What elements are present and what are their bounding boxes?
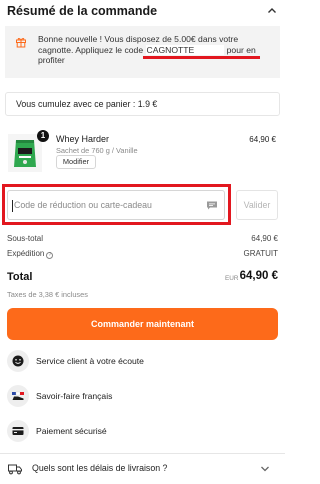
order-summary-header[interactable]: Résumé de la commande	[0, 0, 285, 24]
total-value: 64,90 €	[239, 270, 278, 282]
info-icon[interactable]: ?	[46, 252, 54, 259]
promo-code: CAGNOTTE	[145, 44, 225, 55]
tax-note: Taxes de 3,38 € incluses	[7, 290, 88, 299]
loyalty-points-text: Vous cumulez avec ce panier : 1.9 €	[16, 99, 158, 109]
feature-label: Service client à votre écoute	[36, 356, 144, 366]
cart-item: 1 Whey Harder Sachet de 760 g / Vanille …	[8, 130, 278, 176]
product-name: Whey Harder	[56, 134, 110, 144]
product-price: 64,90 €	[249, 135, 276, 144]
faq-label: Quels sont les délais de livraison ?	[32, 463, 168, 473]
discount-placeholder: Code de réduction ou carte-cadeau	[14, 200, 152, 210]
feature-icon-bg	[7, 385, 29, 407]
product-variant: Sachet de 760 g / Vanille	[56, 146, 138, 155]
gift-icon	[16, 38, 26, 48]
quantity-badge: 1	[37, 130, 49, 142]
promo-banner: Bonne nouvelle ! Vous disposez de 5.00€ …	[5, 26, 280, 78]
divider	[0, 453, 285, 454]
shipping-row: Expédition? GRATUIT	[7, 249, 278, 259]
smiley-icon	[12, 355, 24, 367]
order-now-button[interactable]: Commander maintenant	[7, 308, 278, 340]
french-flag-shoe-icon	[12, 391, 24, 400]
chevron-down-icon[interactable]	[260, 465, 270, 473]
feature-customer-service: Service client à votre écoute	[7, 350, 278, 374]
subtotal-row: Sous-total 64,90 €	[7, 234, 278, 243]
discount-code-input[interactable]: Code de réduction ou carte-cadeau	[7, 190, 225, 220]
feature-secure-payment: Paiement sécurisé	[7, 420, 278, 444]
feature-icon-bg	[7, 420, 29, 442]
order-summary-title: Résumé de la commande	[7, 4, 158, 18]
feature-label: Savoir-faire français	[36, 391, 113, 401]
shipping-value: GRATUIT	[243, 249, 278, 258]
product-thumbnail	[8, 134, 42, 172]
feature-icon-bg	[7, 350, 29, 372]
credit-card-icon	[12, 427, 24, 435]
truck-icon	[8, 464, 22, 475]
modify-item-button[interactable]: Modifier	[56, 155, 96, 169]
faq-delivery-times[interactable]: Quels sont les délais de livraison ?	[7, 462, 278, 478]
total-label: Total	[7, 271, 33, 283]
subtotal-label: Sous-total	[7, 234, 44, 243]
shipping-label: Expédition	[7, 249, 45, 258]
chevron-up-icon[interactable]	[267, 6, 277, 16]
text-caret	[12, 200, 13, 212]
feature-french-know-how: Savoir-faire français	[7, 385, 278, 409]
validate-code-button[interactable]: Valider	[236, 190, 278, 220]
chat-bubble-icon	[207, 201, 217, 210]
loyalty-points-box: Vous cumulez avec ce panier : 1.9 €	[5, 92, 280, 116]
total-currency: EUR	[225, 275, 239, 282]
feature-label: Paiement sécurisé	[36, 426, 107, 436]
subtotal-value: 64,90 €	[251, 234, 278, 243]
promo-message: Bonne nouvelle ! Vous disposez de 5.00€ …	[38, 34, 256, 65]
